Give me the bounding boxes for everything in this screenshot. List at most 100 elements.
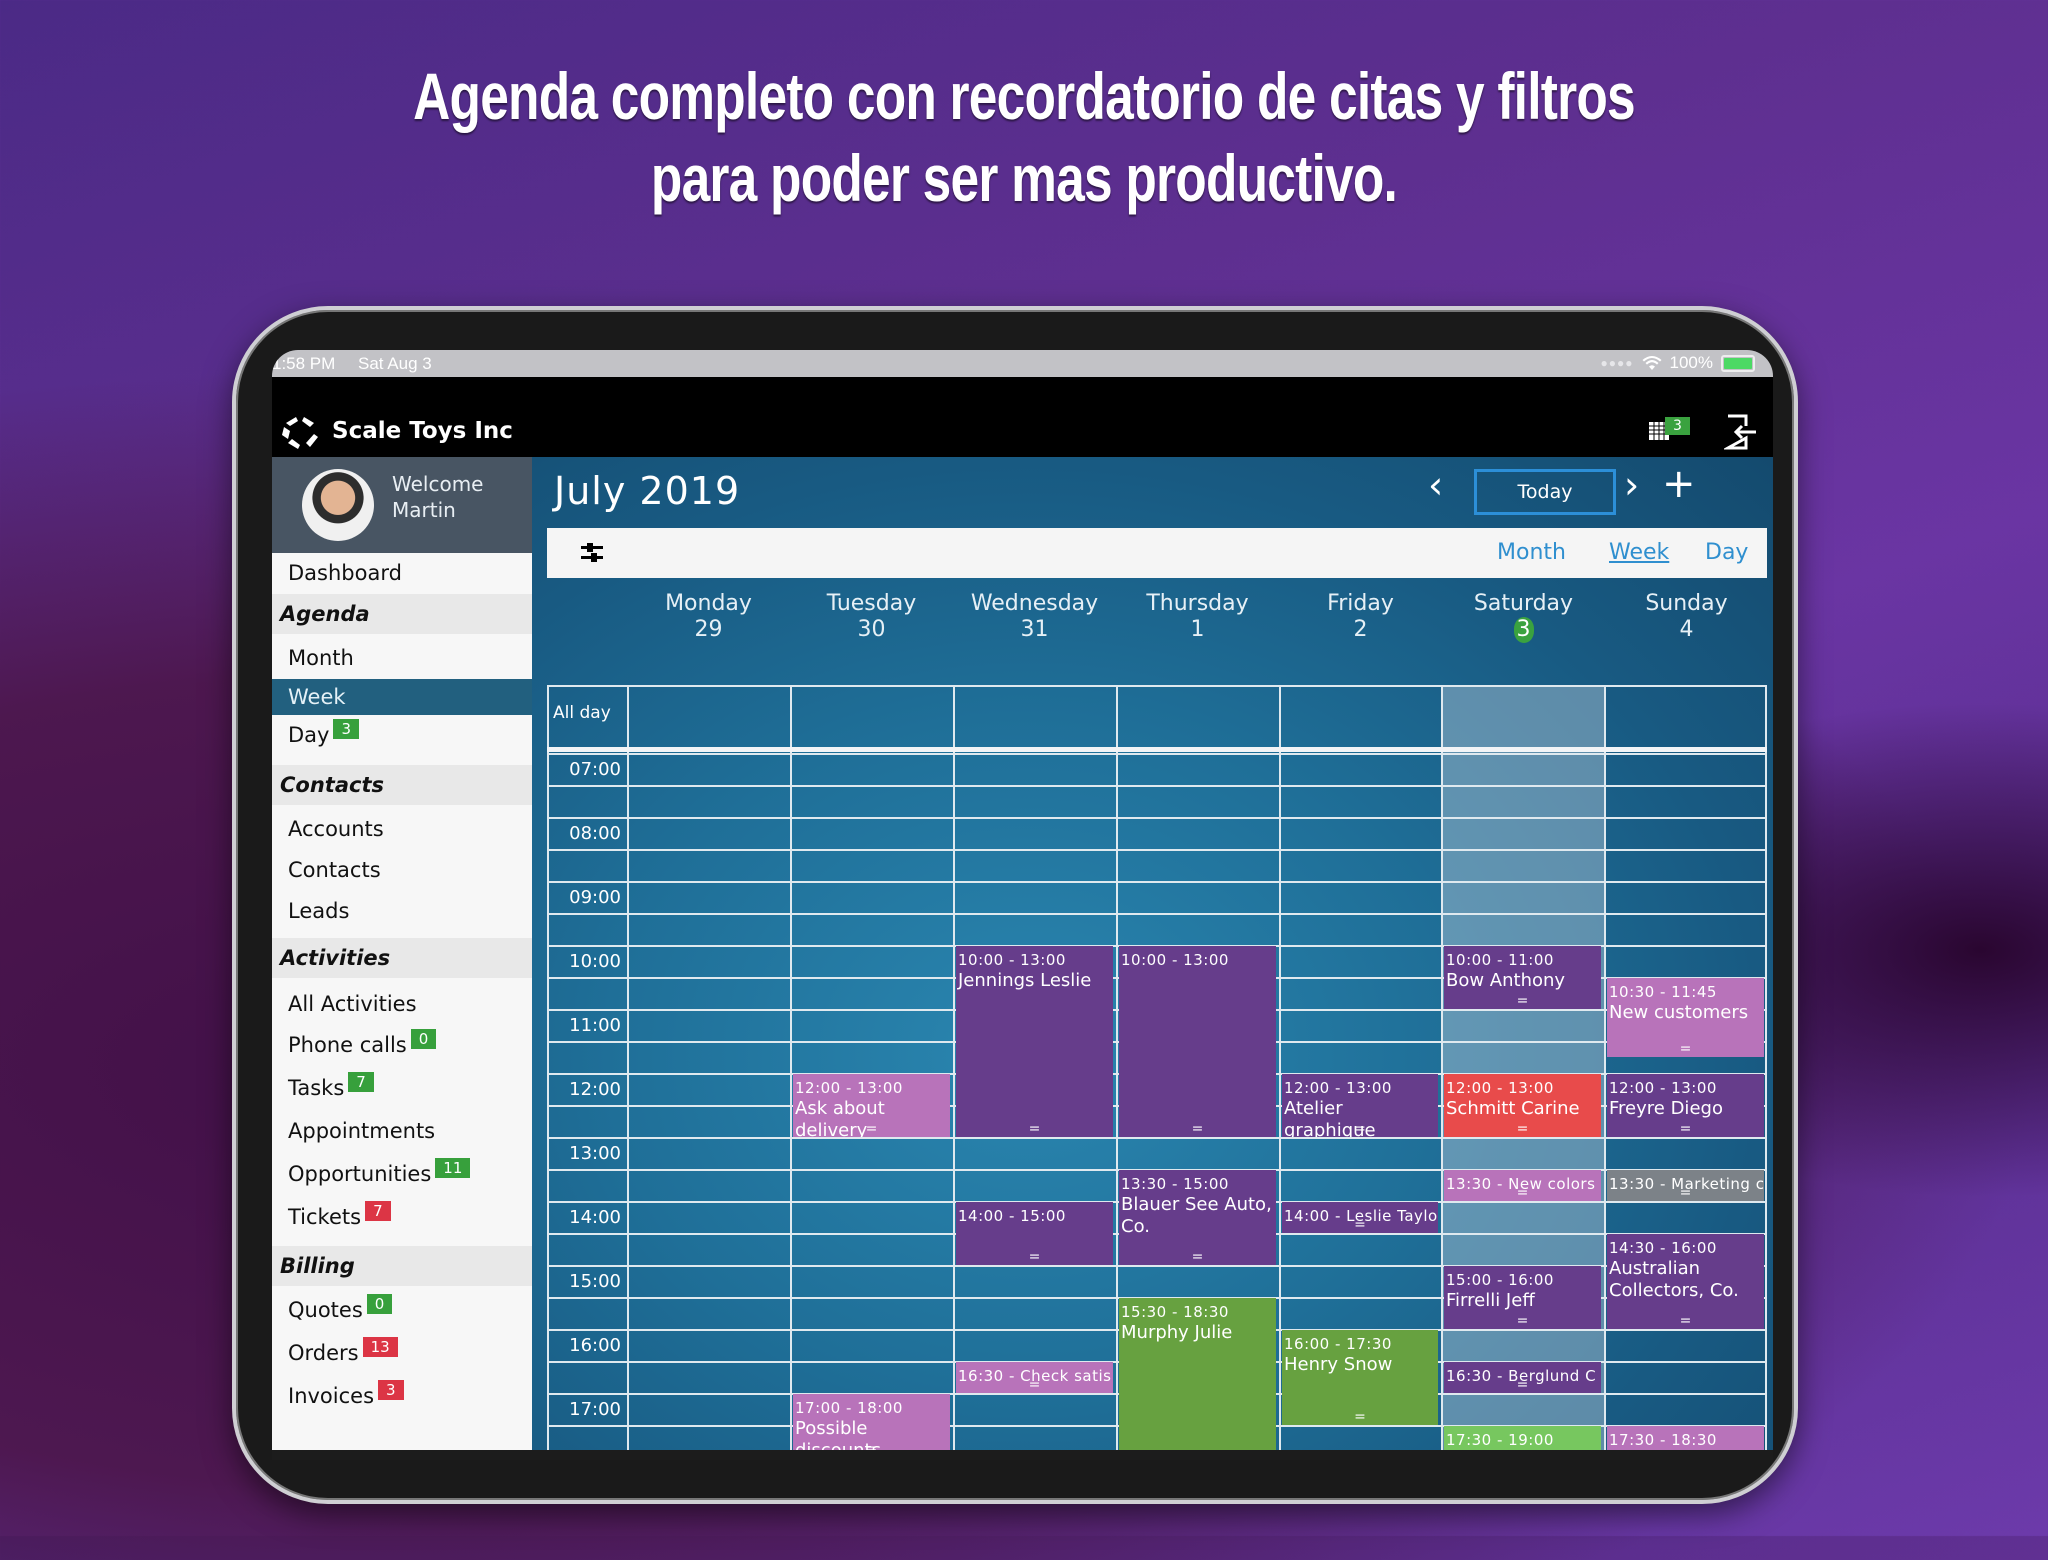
resize-handle-icon[interactable]: = <box>1444 1186 1601 1200</box>
calendar-event[interactable]: 13:30 - New colors = <box>1444 1170 1601 1201</box>
calendar-event[interactable]: 12:00 - 13:00 Ask about delivery = <box>793 1074 950 1137</box>
user-profile[interactable]: Welcome Martin <box>272 457 532 553</box>
resize-handle-icon[interactable]: = <box>1607 1122 1764 1136</box>
calendar-event[interactable]: 10:00 - 13:00 = <box>1119 946 1276 1137</box>
calendar-event[interactable]: 12:00 - 13:00 Freyre Diego = <box>1607 1074 1764 1137</box>
day-number: 1 <box>1190 617 1205 642</box>
orders-badge: 13 <box>362 1337 398 1357</box>
sidebar-section-activities: Activities <box>272 938 532 978</box>
resize-handle-icon[interactable]: = <box>1444 994 1601 1008</box>
sidebar-item-label: Day <box>288 723 330 747</box>
sidebar-item-week[interactable]: Week <box>272 679 532 715</box>
event-title: New customers <box>1609 1002 1749 1023</box>
day-header[interactable]: Friday 2 <box>1279 591 1442 643</box>
sidebar-item-dashboard[interactable]: Dashboard <box>272 553 532 594</box>
sidebar-item-label: Tickets <box>288 1205 362 1229</box>
add-event-button[interactable]: + <box>1662 461 1696 507</box>
grid-column-divider <box>1116 685 1118 1450</box>
calendar-event[interactable]: 14:00 - Leslie Taylo = <box>1282 1202 1438 1233</box>
resize-handle-icon[interactable]: = <box>793 1122 950 1136</box>
hour-label: 09:00 <box>569 887 621 908</box>
calendar-event[interactable]: 14:00 - 15:00 = <box>956 1202 1113 1265</box>
calendar-event[interactable]: 10:00 - 13:00 Jennings Leslie = <box>956 946 1113 1137</box>
next-week-button[interactable]: › <box>1624 463 1639 507</box>
notification-badge[interactable]: 3 <box>1665 417 1690 435</box>
sidebar-item-appointments[interactable]: Appointments <box>272 1111 532 1154</box>
calendar-event[interactable]: 10:00 - 11:00 Bow Anthony = <box>1444 946 1601 1009</box>
sidebar-item-tasks[interactable]: Tasks 7 <box>272 1068 532 1111</box>
calendar-event[interactable]: 16:00 - 17:30 Henry Snow = <box>1282 1330 1438 1425</box>
sidebar-item-accounts[interactable]: Accounts <box>272 809 532 850</box>
calendar-event[interactable]: 17:30 - 18:30Alarm system= <box>1607 1426 1764 1450</box>
calendar-event[interactable]: 10:30 - 11:45 New customers = <box>1607 978 1764 1057</box>
resize-handle-icon[interactable]: = <box>1444 1314 1601 1328</box>
calendar-event[interactable]: 12:00 - 13:00 Schmitt Carine = <box>1444 1074 1601 1137</box>
sidebar-item-tickets[interactable]: Tickets 7 <box>272 1197 532 1240</box>
resize-handle-icon[interactable]: = <box>1119 1250 1276 1264</box>
calendar-event[interactable]: 14:30 - 16:00 Australian Collectors, Co. = <box>1607 1234 1764 1329</box>
day-header[interactable]: Wednesday 31 <box>953 591 1116 643</box>
sidebar-item-month[interactable]: Month <box>272 638 532 679</box>
sidebar-item-label: Tasks <box>288 1076 345 1100</box>
week-grid: All day 07:00 08:00 09:00 10:00 11:00 12:00 13:… <box>547 685 1767 1450</box>
view-day-link[interactable]: Day <box>1705 540 1748 565</box>
resize-handle-icon[interactable]: = <box>956 1122 1113 1136</box>
resize-handle-icon[interactable]: = <box>1607 1314 1764 1328</box>
sidebar-item-all-activities[interactable]: All Activities <box>272 984 532 1025</box>
sidebar-item-label: Opportunities <box>288 1162 432 1186</box>
sidebar-item-label: Quotes <box>288 1298 363 1322</box>
sidebar-item-label: Appointments <box>288 1119 436 1143</box>
resize-handle-icon[interactable]: = <box>956 1378 1113 1392</box>
sidebar-item-contacts[interactable]: Contacts <box>272 850 532 891</box>
calendar-event[interactable]: 15:00 - 16:00 Firrelli Jeff = <box>1444 1266 1601 1329</box>
resize-handle-icon[interactable]: = <box>1444 1378 1601 1392</box>
calendar-event[interactable]: 17:30 - 19:00Murphy Diane= <box>1444 1426 1601 1450</box>
resize-handle-icon[interactable]: = <box>1607 1186 1764 1200</box>
grid-row-divider <box>547 817 1767 819</box>
view-month-link[interactable]: Month <box>1497 540 1566 565</box>
previous-week-button[interactable]: ‹ <box>1428 463 1443 507</box>
resize-handle-icon[interactable]: = <box>1607 1042 1764 1056</box>
today-button[interactable]: Today <box>1474 469 1616 515</box>
sidebar-item-invoices[interactable]: Invoices 3 <box>272 1376 532 1419</box>
day-header[interactable]: Sunday 4 <box>1605 591 1768 643</box>
event-title: Schmitt Carine <box>1446 1098 1580 1119</box>
event-time: 14:30 - 16:00 <box>1609 1239 1717 1257</box>
calendar-title: July 2019 <box>554 469 741 513</box>
day-header[interactable]: Saturday 3 <box>1442 591 1605 643</box>
calendar-event[interactable]: 13:30 - Marketing c = <box>1607 1170 1764 1201</box>
sidebar-item-quotes[interactable]: Quotes 0 <box>272 1290 532 1333</box>
resize-handle-icon[interactable]: = <box>1282 1218 1438 1232</box>
calendar-event[interactable]: 17:00 - 18:00Possible discounts= <box>793 1394 950 1450</box>
sidebar-item-opportunities[interactable]: Opportunities 11 <box>272 1154 532 1197</box>
resize-handle-icon[interactable]: = <box>1119 1122 1276 1136</box>
day-header[interactable]: Thursday 1 <box>1116 591 1279 643</box>
resize-handle-icon[interactable]: = <box>956 1250 1113 1264</box>
event-time: 16:00 - 17:30 <box>1284 1335 1392 1353</box>
sidebar-item-leads[interactable]: Leads <box>272 891 532 932</box>
view-week-link[interactable]: Week <box>1609 540 1669 565</box>
day-header[interactable]: Monday 29 <box>627 591 790 643</box>
opportunities-badge: 11 <box>435 1158 471 1178</box>
calendar-event[interactable]: 16:30 - Berglund C = <box>1444 1362 1601 1393</box>
event-title: Jennings Leslie <box>958 970 1092 991</box>
resize-handle-icon[interactable]: = <box>1444 1122 1601 1136</box>
event-time: 12:00 - 13:00 <box>1446 1079 1554 1097</box>
grid-row-divider <box>547 685 1767 687</box>
sidebar-item-orders[interactable]: Orders 13 <box>272 1333 532 1376</box>
grid-column-divider <box>547 685 549 1450</box>
calendar-main: July 2019 ‹ Today › + Month Week Day Mon… <box>532 457 1773 1450</box>
resize-handle-icon[interactable]: = <box>793 1442 950 1450</box>
day-header[interactable]: Tuesday 30 <box>790 591 953 643</box>
filter-icon[interactable] <box>579 542 605 564</box>
event-time: 10:00 - 11:00 <box>1446 951 1554 969</box>
logout-icon[interactable] <box>1724 414 1758 450</box>
calendar-event[interactable]: 13:30 - 15:00 Blauer See Auto, Co. = <box>1119 1170 1276 1265</box>
sidebar-item-day[interactable]: Day 3 <box>272 715 532 759</box>
calendar-event[interactable]: 12:00 - 13:00 Atelier graphique = <box>1282 1074 1438 1137</box>
calendar-event[interactable]: 16:30 - Check satis = <box>956 1362 1113 1393</box>
calendar-event[interactable]: 15:30 - 18:30Murphy Julie= <box>1119 1298 1276 1450</box>
resize-handle-icon[interactable]: = <box>1282 1122 1438 1136</box>
resize-handle-icon[interactable]: = <box>1282 1410 1438 1424</box>
sidebar-item-phone-calls[interactable]: Phone calls 0 <box>272 1025 532 1068</box>
